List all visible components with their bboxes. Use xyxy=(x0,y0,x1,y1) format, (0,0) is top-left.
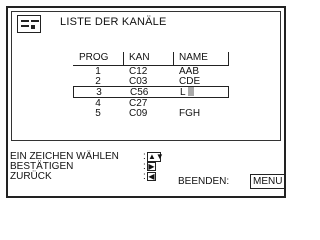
up-down-arrow-icon: ▲▼ xyxy=(147,152,164,162)
instruction-back: ZURÜCK xyxy=(10,171,52,182)
row-name-edit[interactable]: L xyxy=(180,87,194,98)
row-prog: 5 xyxy=(95,108,101,119)
channel-list-panel: LISTE DER KANÄLE PROG KAN NAME 1 C12 AAB… xyxy=(11,11,281,141)
row-kan: C09 xyxy=(129,108,148,119)
channel-list-icon xyxy=(17,15,41,33)
column-header-prog: PROG xyxy=(79,52,109,63)
column-header-name: NAME xyxy=(179,52,208,63)
header-divider xyxy=(228,52,229,65)
left-arrow-icon: ◀ xyxy=(147,172,156,181)
header-divider xyxy=(173,52,174,65)
table-row[interactable]: 5 C09 FGH xyxy=(73,108,229,119)
column-header-kan: KAN xyxy=(129,52,150,63)
channel-table: PROG KAN NAME 1 C12 AAB 2 C03 CDE 3 C56 … xyxy=(73,52,229,119)
table-row-selected[interactable]: 3 C56 L xyxy=(73,86,229,98)
row-name: FGH xyxy=(179,108,201,119)
menu-button[interactable]: MENU xyxy=(250,174,286,189)
exit-label: BEENDEN: xyxy=(178,176,230,187)
separator: : xyxy=(143,171,146,182)
page-title: LISTE DER KANÄLE xyxy=(60,16,167,28)
row-name: L xyxy=(180,87,186,98)
text-cursor xyxy=(187,87,194,96)
right-arrow-icon: ▶ xyxy=(147,162,156,171)
title-bar: LISTE DER KANÄLE xyxy=(12,12,280,36)
row-prog: 3 xyxy=(96,87,102,98)
row-kan: C56 xyxy=(130,87,149,98)
header-divider xyxy=(123,52,124,65)
